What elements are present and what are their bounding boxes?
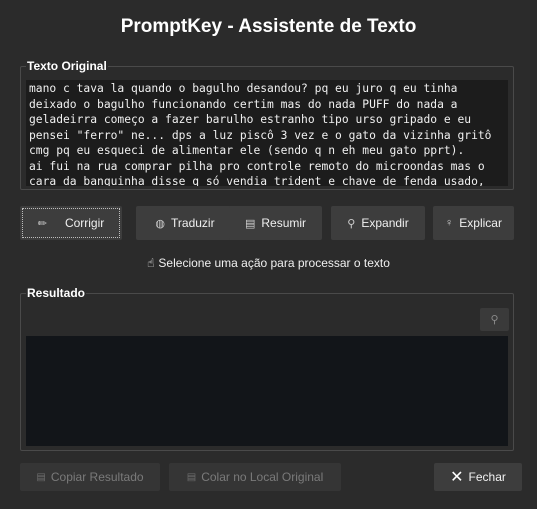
status-hint: ☝ Selecione uma ação para processar o tex… — [0, 256, 537, 270]
expandir-label: Expandir — [361, 216, 409, 230]
corrigir-label: Corrigir — [64, 216, 105, 230]
paste-original-button[interactable]: ▤ Colar no Local Original — [169, 463, 341, 491]
close-button[interactable]: ✕ Fechar — [434, 463, 522, 491]
document-icon: ▤ — [244, 217, 256, 230]
pencil-icon: ✏ — [37, 217, 47, 230]
document-icon: ▤ — [186, 471, 197, 483]
original-text-group: Texto Original mano c tava la quando o b… — [20, 59, 514, 190]
globe-icon: ◍ — [155, 217, 166, 230]
result-search-button[interactable]: ⚲ — [480, 308, 509, 331]
pointing-hand-icon: ☝ — [147, 256, 155, 270]
result-group: Resultado ⚲ — [20, 286, 514, 451]
resumir-label: Resumir — [261, 216, 307, 230]
magnifier-icon: ⚲ — [490, 314, 499, 326]
expandir-button[interactable]: ⚲ Expandir — [331, 206, 425, 240]
corrigir-button[interactable]: ✏ Corrigir — [20, 206, 122, 240]
original-text-area[interactable]: mano c tava la quando o bagulho desandou… — [26, 80, 508, 186]
action-bar: ✏ Corrigir ◍ Traduzir ▤ Resumir ⚲ Expand… — [20, 206, 514, 240]
close-icon: ✕ — [450, 469, 464, 486]
traduzir-button[interactable]: ◍ Traduzir — [136, 206, 234, 240]
result-text-area[interactable] — [26, 336, 508, 446]
status-hint-text: Selecione uma ação para processar o text… — [158, 256, 390, 270]
copy-result-label: Copiar Resultado — [50, 470, 144, 484]
copy-result-button[interactable]: ▤ Copiar Resultado — [20, 463, 160, 491]
window-title: PromptKey - Assistente de Texto — [120, 16, 417, 37]
lightbulb-icon: ♀ — [445, 217, 454, 229]
close-label: Fechar — [468, 470, 506, 484]
magnifier-icon: ⚲ — [347, 217, 356, 230]
resumir-button[interactable]: ▤ Resumir — [229, 206, 322, 240]
explicar-button[interactable]: ♀ Explicar — [433, 206, 514, 240]
clipboard-icon: ▤ — [36, 471, 46, 483]
explicar-label: Explicar — [459, 216, 502, 230]
traduzir-label: Traduzir — [171, 216, 215, 230]
result-label: Resultado — [26, 286, 87, 300]
paste-original-label: Colar no Local Original — [201, 470, 324, 484]
original-text-label: Texto Original — [26, 59, 108, 73]
